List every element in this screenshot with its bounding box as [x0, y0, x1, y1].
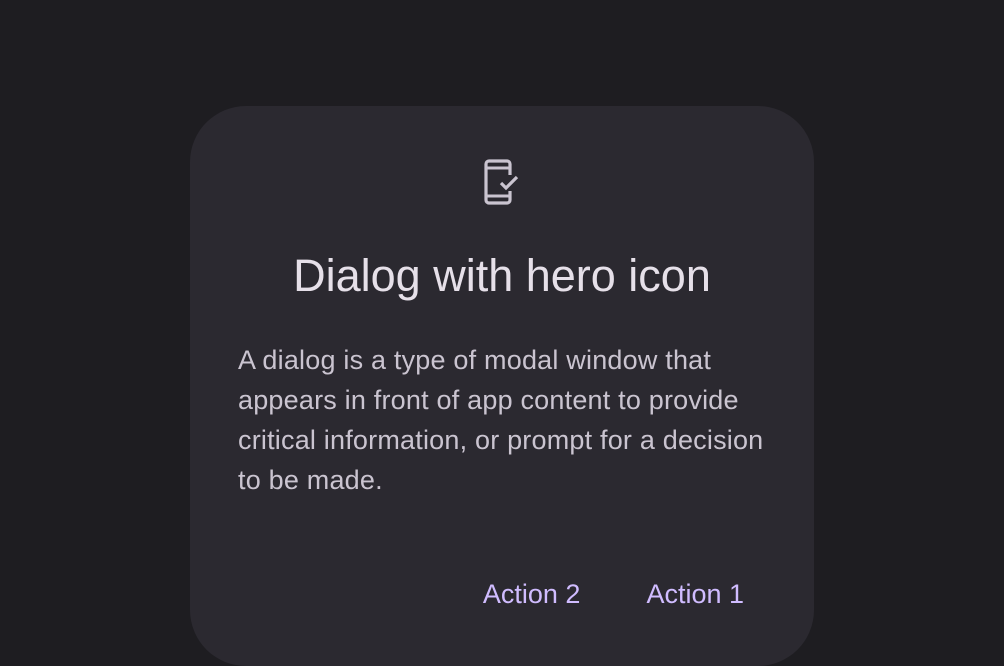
dialog: Dialog with hero icon A dialog is a type… — [190, 106, 814, 666]
dialog-actions: Action 2 Action 1 — [483, 576, 744, 612]
action-2-button[interactable]: Action 2 — [483, 576, 581, 612]
mobile-check-icon — [484, 159, 520, 205]
action-1-button[interactable]: Action 1 — [646, 576, 744, 612]
dialog-title: Dialog with hero icon — [293, 250, 711, 301]
dialog-body: A dialog is a type of modal window that … — [238, 345, 764, 495]
